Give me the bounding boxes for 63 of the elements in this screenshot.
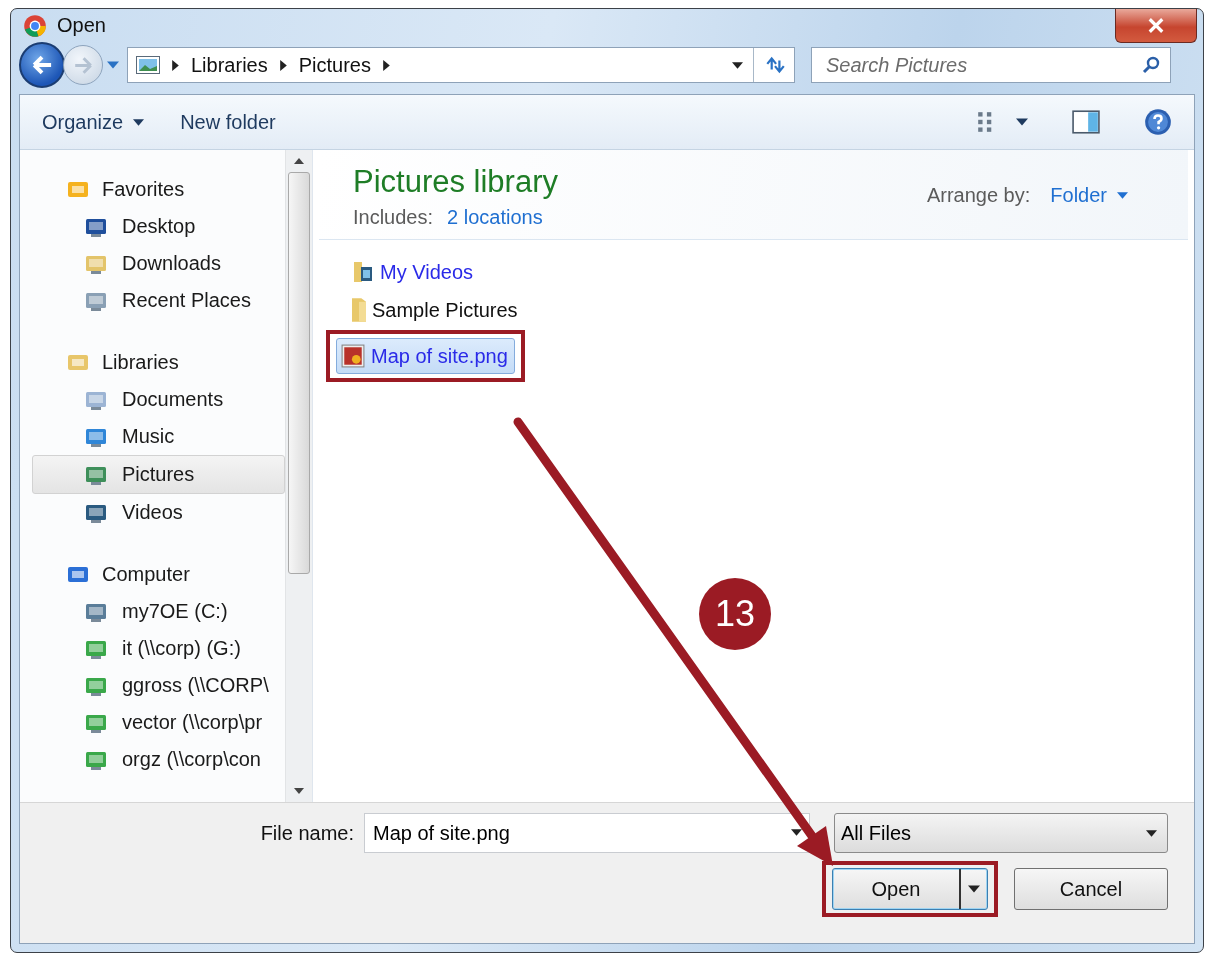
sidebar-group[interactable]: Favorites	[20, 170, 285, 208]
file-name-label: File name:	[260, 821, 354, 845]
sidebar-item[interactable]: orgz (\\corp\con	[20, 741, 285, 778]
file-item[interactable]: Sample Pictures	[347, 292, 525, 328]
search-field[interactable]: Search Pictures	[811, 47, 1171, 83]
back-button[interactable]	[19, 42, 65, 88]
arrange-label: Arrange by:	[926, 184, 1031, 207]
help-icon[interactable]	[1144, 108, 1172, 136]
arrange-dropdown[interactable]: Folder	[1050, 184, 1128, 207]
dropdown-caret-icon	[1146, 829, 1157, 837]
sidebar-item[interactable]: Desktop	[20, 208, 285, 245]
caret-icon	[968, 885, 980, 893]
forward-arrow-icon	[74, 56, 92, 74]
window-title: Open	[57, 14, 106, 37]
cancel-button[interactable]: Cancel	[1014, 868, 1168, 910]
preview-pane-icon[interactable]	[1072, 110, 1100, 134]
sidebar-item[interactable]: vector (\\corp\pr	[20, 704, 285, 741]
sidebar-item[interactable]: Music	[20, 418, 285, 455]
sidebar-item[interactable]: Recent Places	[20, 282, 285, 319]
search-icon	[1141, 55, 1161, 75]
open-button[interactable]: Open	[832, 868, 988, 910]
breadcrumb-arrow-icon[interactable]	[382, 59, 390, 71]
sidebar-group[interactable]: Computer	[20, 555, 285, 593]
sidebar-item[interactable]: ggross (\\CORP\	[20, 667, 285, 704]
browser-logo-icon	[23, 13, 47, 38]
file-type-dropdown[interactable]: All Files	[834, 813, 1168, 853]
sidebar-item[interactable]: Pictures	[32, 455, 285, 494]
scroll-down-icon[interactable]	[294, 788, 304, 794]
close-button[interactable]	[1115, 9, 1197, 43]
image-file-icon	[341, 344, 365, 368]
scroll-thumb[interactable]	[288, 172, 310, 574]
scroll-up-icon[interactable]	[294, 158, 304, 164]
breadcrumb-arrow-icon[interactable]	[279, 59, 287, 71]
breadcrumb-arrow-icon[interactable]	[172, 59, 179, 71]
sidebar-item[interactable]: Videos	[20, 494, 285, 531]
pictures-icon	[136, 56, 160, 74]
dropdown-caret-icon[interactable]	[791, 829, 802, 836]
history-caret-icon[interactable]	[107, 61, 119, 69]
address-bar[interactable]: Libraries Pictures	[127, 47, 795, 83]
sidebar-item[interactable]: Downloads	[20, 245, 285, 282]
library-title: Pictures library	[353, 164, 558, 200]
sidebar-group[interactable]: Libraries	[20, 343, 285, 381]
includes-label: Includes:	[353, 206, 434, 229]
close-icon	[1146, 18, 1166, 33]
scrollbar[interactable]	[285, 150, 312, 802]
sidebar-item[interactable]: it (\\corp) (G:)	[20, 630, 285, 667]
caret-icon	[133, 118, 145, 126]
organize-button[interactable]: Organize	[32, 106, 155, 138]
caret-icon	[1117, 192, 1128, 199]
file-item[interactable]: My Videos	[347, 254, 480, 290]
file-name-field[interactable]: Map of site.png	[364, 813, 810, 853]
breadcrumb-item[interactable]: Libraries	[191, 53, 268, 77]
sidebar-item[interactable]: my7OE (C:)	[20, 593, 285, 630]
locations-link[interactable]: 2 locations	[447, 206, 543, 229]
new-folder-button[interactable]: New folder	[170, 106, 286, 138]
sidebar-item[interactable]: Documents	[20, 381, 285, 418]
folder-icon	[352, 298, 366, 322]
breadcrumb-item[interactable]: Pictures	[298, 53, 371, 77]
dropdown-caret-icon[interactable]	[732, 61, 743, 69]
caret-icon[interactable]	[1016, 118, 1028, 126]
video-folder-icon	[352, 260, 374, 284]
file-item[interactable]: Map of site.png	[336, 338, 515, 374]
refresh-icon[interactable]	[764, 54, 786, 76]
